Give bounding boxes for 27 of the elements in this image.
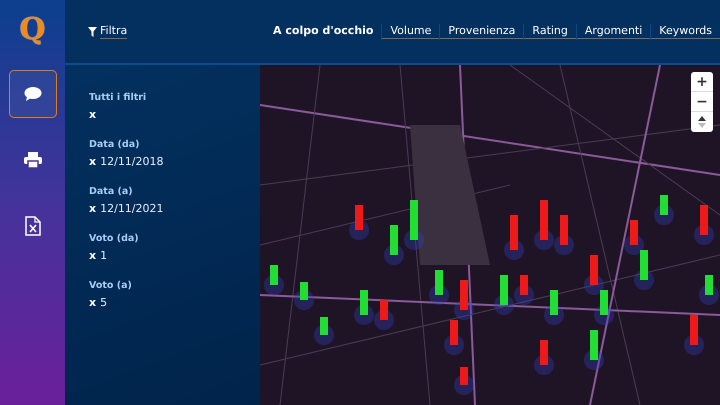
remove-filter-button[interactable]: x [89,202,96,215]
sidebar-button[interactable] [8,70,56,118]
printer-icon [24,152,42,168]
filter-value: 12/11/2018 [100,155,164,168]
filter-value: 12/11/2021 [100,202,164,215]
remove-filter-button[interactable]: x [89,296,96,309]
filter-value: 1 [100,249,108,262]
filter-icon [88,26,97,36]
filter-label: Tutti i filtri [89,92,148,103]
filter-button[interactable]: Filtra [88,24,128,39]
map-view[interactable]: + − [260,65,720,405]
filter-label: Data (a) [89,186,134,197]
compass-icon [697,116,707,128]
logo: Q [19,12,46,48]
filter-label: Data (da) [89,139,140,150]
zoom-in-button[interactable]: + [691,72,713,92]
filter-value: 5 [100,296,108,309]
filter-label: Voto (a) [89,280,133,291]
remove-filter-button[interactable]: x [89,108,96,121]
remove-filter-button[interactable]: x [89,155,96,168]
nav-tab[interactable]: A colpo d'occhio [273,24,382,39]
spreadsheet-file-icon [24,216,40,236]
speech-bubble-icon [24,86,42,102]
zoom-out-button[interactable]: − [691,92,713,112]
remove-filter-button[interactable]: x [89,249,96,262]
nav-tab[interactable]: Keywords [651,24,720,39]
filter-label: Voto (da) [89,233,140,244]
